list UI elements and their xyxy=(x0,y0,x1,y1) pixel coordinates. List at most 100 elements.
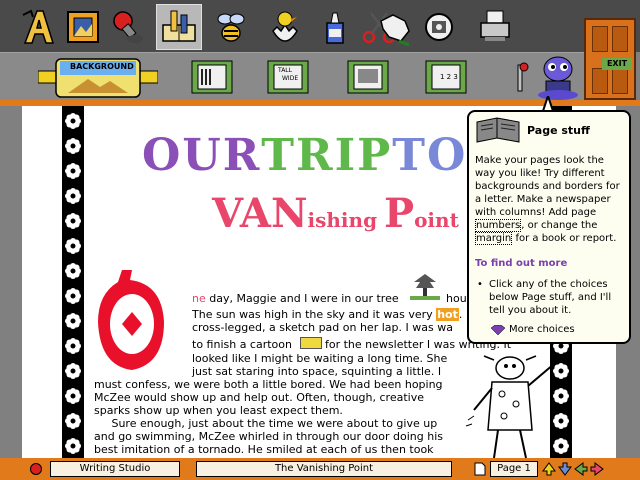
left-flower-border xyxy=(62,106,84,458)
media-tool-button[interactable] xyxy=(416,4,462,50)
story-line: just sat staring into space, squinting a… xyxy=(192,365,442,378)
document-name-field[interactable]: The Vanishing Point xyxy=(196,461,452,477)
flower-icon xyxy=(65,288,81,304)
help-bullet: Click any of the choices below Page stuf… xyxy=(475,278,627,317)
exit-door-button[interactable]: EXIT xyxy=(584,18,636,100)
columns-icon xyxy=(347,60,389,94)
writing-tool-button[interactable] xyxy=(16,4,62,50)
story-line: to finish a cartoon for the newsletter I… xyxy=(192,338,511,351)
story-line: looked like I might be waiting a long ti… xyxy=(192,352,448,365)
page-numbers-button[interactable]: 1 2 3 xyxy=(424,59,468,95)
page-stuff-book-icon xyxy=(476,117,520,143)
left-margin xyxy=(0,106,22,458)
page-icon xyxy=(474,462,486,476)
sound-tool-button[interactable] xyxy=(208,4,254,50)
print-tool-button[interactable] xyxy=(472,4,518,50)
highlighted-word[interactable]: hot xyxy=(436,308,459,321)
door-panel xyxy=(612,26,628,52)
record-indicator-icon[interactable] xyxy=(30,463,42,475)
title-word: TRIP xyxy=(261,130,393,181)
flower-icon xyxy=(65,413,81,429)
columns-button[interactable] xyxy=(346,59,390,95)
flower-icon xyxy=(65,163,81,179)
flower-icon xyxy=(65,338,81,354)
door-panel xyxy=(592,68,608,94)
gem-icon xyxy=(491,324,505,335)
door-panel xyxy=(612,68,628,94)
exit-label: EXIT xyxy=(602,58,632,70)
border-icon xyxy=(191,60,233,94)
flower-icon xyxy=(65,113,81,129)
document-title-line2: VANishing Point xyxy=(212,190,459,237)
mczee-helper-icon[interactable] xyxy=(534,55,582,101)
arrow-right-icon[interactable] xyxy=(590,461,604,477)
flower-icon xyxy=(65,188,81,204)
arrow-up-icon[interactable] xyxy=(542,461,556,477)
flower-icon xyxy=(65,313,81,329)
flower-icon xyxy=(65,388,81,404)
picture-tool-button[interactable] xyxy=(60,4,106,50)
ruler-book-icon xyxy=(162,10,196,42)
help-text: for a book or report. xyxy=(512,233,617,244)
flower-icon xyxy=(65,138,81,154)
mczee-guide-figure[interactable] xyxy=(454,354,584,458)
bee-icon xyxy=(217,13,245,42)
tree-icon xyxy=(410,274,440,300)
more-choices-link[interactable]: More choices xyxy=(491,324,575,335)
page-numbers-label: 1 2 3 xyxy=(440,73,458,81)
egg-bird-icon xyxy=(272,11,298,42)
help-text: Make your pages look the way you like! T… xyxy=(475,155,620,218)
background-label: BACKGROUND xyxy=(70,62,134,71)
background-button[interactable]: BACKGROUND xyxy=(37,57,159,99)
story-line-tail: . xyxy=(458,308,463,321)
help-text: , or change the xyxy=(521,220,598,231)
title-part: ishing xyxy=(307,208,385,232)
stamp-tool-button[interactable] xyxy=(104,4,150,50)
help-link-margin[interactable]: margin xyxy=(475,232,513,245)
door-panel xyxy=(592,26,608,52)
stamp-icon xyxy=(113,11,143,43)
arrow-left-icon[interactable] xyxy=(574,461,588,477)
title-word: OUR xyxy=(142,130,262,181)
help-body: Make your pages look the way you like! T… xyxy=(475,154,627,245)
flower-icon xyxy=(65,238,81,254)
story-line: The sun was high in the sky and it was v… xyxy=(192,308,462,321)
story-dropcap-continuation: ne xyxy=(192,292,206,305)
story-line-text: day, Maggie and I were in our tree xyxy=(205,292,399,305)
help-link-numbers[interactable]: numbers xyxy=(475,219,522,232)
tall-wide-button[interactable]: TALL WIDE xyxy=(266,59,310,95)
story-line: sparks show up when you least expect the… xyxy=(94,404,343,417)
title-part: oint xyxy=(414,208,459,232)
wide-label: WIDE xyxy=(282,75,299,82)
letter-a-icon xyxy=(22,9,55,44)
animation-tool-button[interactable] xyxy=(262,4,308,50)
border-button[interactable] xyxy=(190,59,234,95)
flower-icon xyxy=(65,363,81,379)
framed-picture-icon xyxy=(67,11,99,43)
story-line: Sure enough, just about the time we were… xyxy=(94,417,438,430)
page-number-field: Page 1 xyxy=(490,461,538,477)
printer-icon xyxy=(480,10,510,41)
help-title: Page stuff xyxy=(527,124,590,137)
glue-bottle-icon xyxy=(326,12,344,44)
help-balloon: Page stuff Make your pages look the way … xyxy=(467,110,631,344)
projector-icon xyxy=(425,13,453,41)
story-line: ne day, Maggie and I were in our tree xyxy=(192,292,399,305)
title-part: VAN xyxy=(212,190,308,237)
story-line: best imitation of a tornado. He smiled a… xyxy=(94,443,434,456)
flower-icon xyxy=(65,213,81,229)
story-line-text: The sun was high in the sky and it was v… xyxy=(192,308,437,321)
title-part: P xyxy=(384,190,415,237)
story-line-text: to finish a cartoon xyxy=(192,338,296,351)
flower-icon xyxy=(65,438,81,454)
page-stuff-toolbar: BACKGROUND TALL WIDE 1 2 3 xyxy=(0,52,585,102)
grab-tool-button[interactable] xyxy=(372,4,418,50)
arrow-down-icon[interactable] xyxy=(558,461,572,477)
app-name-field: Writing Studio xyxy=(50,461,180,477)
page-stuff-tool-button[interactable] xyxy=(156,4,202,50)
cartoon-sticker-icon[interactable] xyxy=(300,337,322,349)
glue-tool-button[interactable] xyxy=(312,4,358,50)
story-line: must confess, we were both a little bore… xyxy=(94,378,443,391)
story-line-tail: hou xyxy=(446,292,467,305)
story-line: and go swimming, McZee whirled in throug… xyxy=(94,430,443,443)
